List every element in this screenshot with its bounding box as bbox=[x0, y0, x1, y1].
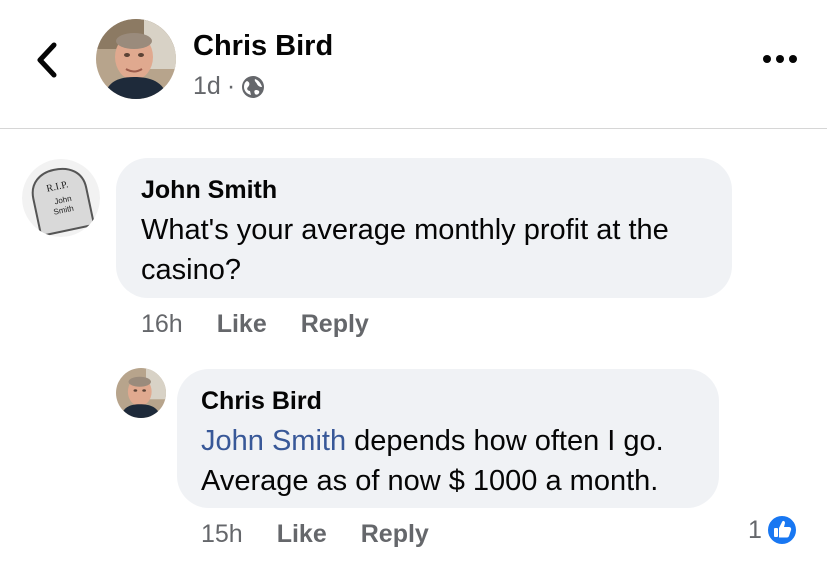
comment-text-line1: What's your average monthly profit at th… bbox=[141, 214, 669, 246]
commenter-avatar[interactable]: R.I.P. John Smith bbox=[22, 159, 100, 237]
reply-reply-button[interactable]: Reply bbox=[361, 520, 429, 549]
reply-avatar[interactable] bbox=[116, 368, 166, 418]
reaction-number: 1 bbox=[748, 515, 762, 544]
reply-button[interactable]: Reply bbox=[301, 310, 369, 339]
thumbs-up-icon bbox=[765, 514, 798, 546]
more-options-button[interactable] bbox=[760, 46, 800, 72]
more-horizontal-icon bbox=[763, 55, 797, 63]
reply-text-line1: John Smith depends how often I go. bbox=[201, 421, 664, 461]
author-avatar[interactable] bbox=[96, 19, 176, 99]
comment-author[interactable]: John Smith bbox=[141, 176, 277, 205]
meta-separator: · bbox=[226, 72, 236, 100]
globe-icon bbox=[242, 75, 265, 98]
post-meta: 1d · bbox=[193, 72, 265, 101]
back-button[interactable] bbox=[30, 40, 64, 80]
comment-actions: 16h Like Reply bbox=[141, 310, 369, 339]
reply-actions: 15h Like Reply bbox=[201, 520, 429, 549]
reply-author[interactable]: Chris Bird bbox=[201, 387, 322, 416]
comment-bubble: John Smith What's your average monthly p… bbox=[116, 158, 732, 298]
mention-link[interactable]: John Smith bbox=[201, 425, 346, 457]
like-button[interactable]: Like bbox=[217, 310, 267, 339]
reply-text-rest: depends how often I go. bbox=[346, 425, 664, 457]
chevron-left-icon bbox=[37, 42, 57, 78]
reaction-count[interactable]: 1 bbox=[748, 514, 798, 546]
reply-text-line2: Average as of now $ 1000 a month. bbox=[201, 465, 659, 497]
post-time: 1d bbox=[193, 72, 221, 100]
reply-time[interactable]: 15h bbox=[201, 520, 243, 549]
post-author-name[interactable]: Chris Bird bbox=[193, 30, 333, 63]
reply-bubble: Chris Bird John Smith depends how often … bbox=[177, 369, 719, 508]
comment-text-line2: casino? bbox=[141, 254, 241, 286]
post-header: Chris Bird 1d · bbox=[0, 0, 827, 129]
reply-like-button[interactable]: Like bbox=[277, 520, 327, 549]
comment-time[interactable]: 16h bbox=[141, 310, 183, 339]
